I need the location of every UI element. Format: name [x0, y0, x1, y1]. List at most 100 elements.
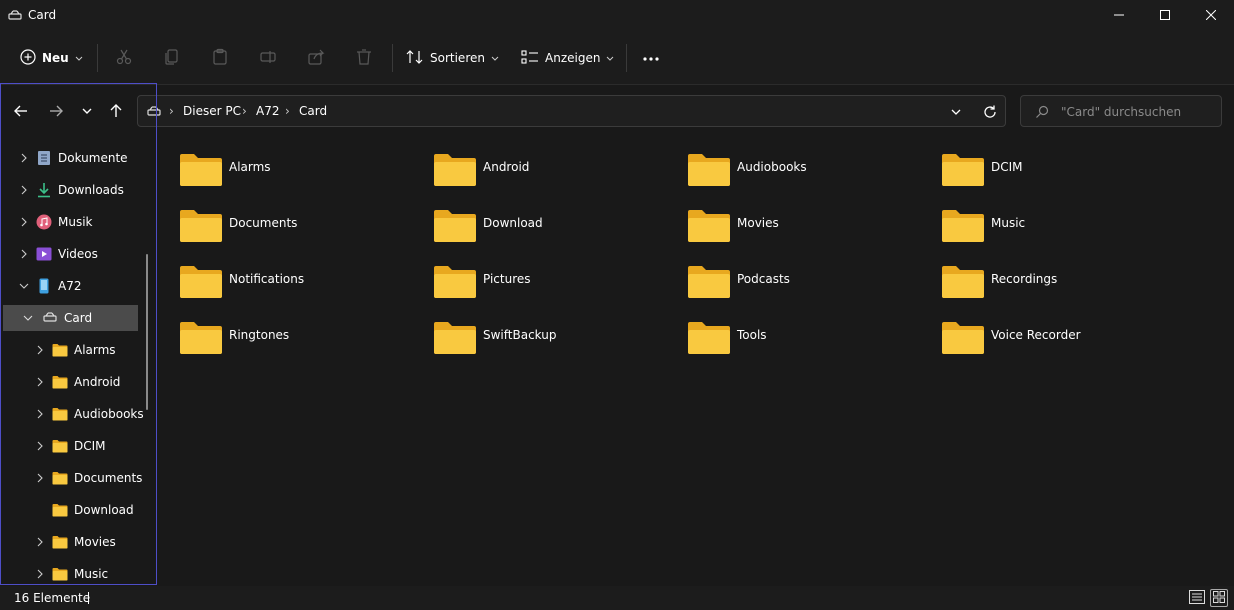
- file-list: Alarms Android Audiobooks DCIM Documents…: [159, 140, 1234, 586]
- share-icon: [307, 48, 325, 69]
- paste-icon: [211, 48, 229, 69]
- new-label: Neu: [42, 51, 69, 65]
- maximize-icon: [1160, 9, 1170, 23]
- arrow-up-icon: [108, 103, 124, 122]
- sidebar-item-download[interactable]: Download: [32, 497, 144, 523]
- chevron-right-icon[interactable]: [32, 534, 48, 550]
- breadcrumb-item[interactable]: Card: [299, 104, 327, 118]
- sidebar-item-a72[interactable]: A72: [16, 273, 146, 299]
- folder-item[interactable]: Tools: [687, 320, 927, 368]
- sidebar-item-android[interactable]: Android: [32, 369, 144, 395]
- sidebar-item-label: Documents: [74, 471, 143, 485]
- sidebar-item-musik[interactable]: Musik: [16, 209, 146, 235]
- drive-icon: [8, 9, 22, 23]
- details-view-button[interactable]: [1188, 589, 1206, 607]
- folder-item[interactable]: Podcasts: [687, 264, 927, 312]
- minimize-button[interactable]: [1096, 0, 1142, 32]
- breadcrumb-item[interactable]: Dieser PC: [183, 104, 241, 118]
- sidebar-item-videos[interactable]: Videos: [16, 241, 146, 267]
- chevron-right-icon[interactable]: [32, 374, 48, 390]
- folder-name: Pictures: [483, 272, 531, 286]
- drive-icon: [147, 105, 161, 122]
- address-history-button[interactable]: [950, 106, 962, 121]
- sort-button[interactable]: Sortieren: [406, 42, 499, 74]
- copy-button[interactable]: [160, 46, 184, 70]
- sidebar-item-documents[interactable]: Documents: [32, 465, 144, 491]
- back-button[interactable]: [9, 100, 33, 124]
- sidebar-item-label: A72: [58, 279, 82, 293]
- folder-item[interactable]: Voice Recorder: [941, 320, 1181, 368]
- folder-item[interactable]: Notifications: [179, 264, 419, 312]
- sidebar-item-movies[interactable]: Movies: [32, 529, 144, 555]
- new-button[interactable]: Neu: [20, 42, 83, 74]
- sidebar-item-label: DCIM: [74, 439, 106, 453]
- chevron-right-icon[interactable]: [32, 342, 48, 358]
- chevron-right-icon[interactable]: [16, 182, 32, 198]
- documents-icon: [36, 150, 52, 166]
- rename-button[interactable]: [256, 46, 280, 70]
- sidebar-item-label: Music: [74, 567, 109, 581]
- close-button[interactable]: [1188, 0, 1234, 32]
- folder-item[interactable]: Alarms: [179, 152, 419, 200]
- cut-button[interactable]: [112, 46, 136, 70]
- sidebar-scrollbar[interactable]: [146, 254, 148, 410]
- delete-button[interactable]: [352, 46, 376, 70]
- folder-item[interactable]: Documents: [179, 208, 419, 256]
- chevron-right-icon[interactable]: [16, 150, 32, 166]
- folder-item[interactable]: SwiftBackup: [433, 320, 673, 368]
- folder-item[interactable]: Movies: [687, 208, 927, 256]
- chevron-right-icon[interactable]: [32, 470, 48, 486]
- share-button[interactable]: [304, 46, 328, 70]
- sidebar-item-alarms[interactable]: Alarms: [32, 337, 144, 363]
- address-bar[interactable]: › Dieser PC › A72 › Card: [137, 95, 1006, 127]
- refresh-icon[interactable]: [982, 104, 998, 123]
- forward-button[interactable]: [44, 100, 68, 124]
- sidebar-item-label: Card: [64, 311, 93, 325]
- navigation-pane: Dokumente Downloads Musik Videos A72 Car…: [0, 140, 158, 586]
- folder-icon: [942, 154, 984, 186]
- sidebar-item-audiobooks[interactable]: Audiobooks: [32, 401, 144, 427]
- chevron-down-icon[interactable]: [20, 310, 36, 326]
- folder-item[interactable]: Ringtones: [179, 320, 419, 368]
- more-button[interactable]: [639, 46, 663, 70]
- folder-item[interactable]: Recordings: [941, 264, 1181, 312]
- view-button[interactable]: Anzeigen: [521, 42, 614, 74]
- tiles-view-button[interactable]: [1210, 589, 1228, 607]
- folder-name: SwiftBackup: [483, 328, 557, 342]
- music-icon: [36, 214, 52, 230]
- folder-icon: [434, 266, 476, 298]
- chevron-placeholder: [32, 502, 48, 518]
- maximize-button[interactable]: [1142, 0, 1188, 32]
- chevron-right-icon[interactable]: [32, 566, 48, 582]
- folder-name: Ringtones: [229, 328, 290, 342]
- chevron-down-icon[interactable]: [16, 278, 32, 294]
- folder-icon: [180, 266, 222, 298]
- folder-icon: [688, 322, 730, 354]
- folder-icon: [688, 210, 730, 242]
- up-button[interactable]: [104, 100, 128, 124]
- recent-locations-button[interactable]: [75, 100, 99, 124]
- chevron-right-icon[interactable]: [16, 214, 32, 230]
- sidebar-item-card[interactable]: Card: [3, 305, 138, 331]
- sidebar-item-dokumente[interactable]: Dokumente: [16, 145, 146, 171]
- breadcrumb-item[interactable]: A72: [256, 104, 279, 118]
- sidebar-item-dcim[interactable]: DCIM: [32, 433, 144, 459]
- sidebar-item-label: Videos: [58, 247, 98, 261]
- folder-name: Tools: [737, 328, 767, 342]
- sidebar-item-music[interactable]: Music: [32, 561, 144, 587]
- chevron-right-icon[interactable]: [32, 406, 48, 422]
- folder-item[interactable]: Download: [433, 208, 673, 256]
- folder-icon: [688, 154, 730, 186]
- chevron-right-icon[interactable]: [16, 246, 32, 262]
- paste-button[interactable]: [208, 46, 232, 70]
- downloads-icon: [36, 182, 52, 198]
- folder-item[interactable]: Android: [433, 152, 673, 200]
- sidebar-item-downloads[interactable]: Downloads: [16, 177, 146, 203]
- folder-item[interactable]: Audiobooks: [687, 152, 927, 200]
- chevron-right-icon[interactable]: [32, 438, 48, 454]
- folder-item[interactable]: Music: [941, 208, 1181, 256]
- folder-item[interactable]: DCIM: [941, 152, 1181, 200]
- folder-item[interactable]: Pictures: [433, 264, 673, 312]
- view-icon: [521, 49, 539, 68]
- search-box[interactable]: "Card" durchsuchen: [1020, 95, 1222, 127]
